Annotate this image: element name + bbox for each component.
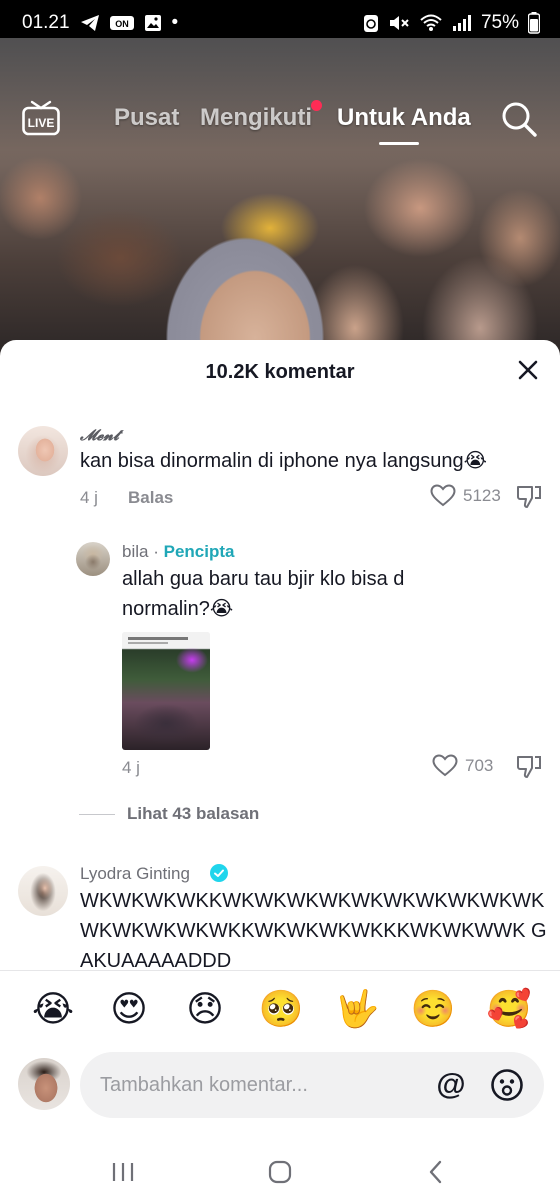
emoji-pleading[interactable]: 🥺 — [258, 986, 304, 1032]
comment-input[interactable] — [100, 1052, 420, 1118]
reply-button[interactable]: Balas — [128, 488, 173, 508]
comment-age: 4 j — [122, 758, 140, 777]
comment-text: allah gua baru tau bjir klo bisa d norma… — [122, 568, 405, 620]
avatar[interactable] — [18, 426, 68, 476]
comment-age: 4 j — [80, 488, 98, 507]
reply-username-line: bila · Pencipta — [122, 542, 234, 562]
tab-untuk-anda[interactable]: Untuk Anda — [337, 104, 471, 132]
battery-icon — [528, 12, 540, 34]
like-count: 5123 — [463, 486, 501, 505]
like-button[interactable]: 5123 — [430, 484, 501, 508]
wifi-icon — [419, 13, 443, 33]
svg-text:ON: ON — [115, 19, 129, 29]
reply-username[interactable]: bila — [122, 542, 148, 561]
status-time: 01.21 — [22, 12, 70, 33]
emoji-love-you-gesture[interactable]: 🤟 — [334, 986, 380, 1032]
creator-badge: Pencipta — [163, 542, 235, 561]
comment-text: WKWKWKWKKWKWKWKWKWKWKWKWKWKWKWKWKWKWKWKK… — [80, 890, 547, 972]
comment-username[interactable]: 𝓜𝓮𝓷𝓽 — [80, 426, 119, 444]
comment-input-container: @ — [80, 1052, 544, 1118]
notification-dot: • — [171, 12, 179, 33]
recycle-icon — [363, 13, 379, 33]
telegram-icon — [80, 14, 100, 32]
tab-pusat[interactable]: Pusat — [114, 104, 179, 132]
video-shade — [0, 38, 560, 358]
video-player[interactable]: LIVE Pusat Mengikuti Untuk Anda — [0, 38, 560, 358]
tab-mengikuti[interactable]: Mengikuti — [200, 104, 312, 132]
back-icon[interactable] — [416, 1152, 456, 1192]
comment-text: kan bisa dinormalin di iphone nya langsu… — [80, 450, 487, 472]
like-count: 703 — [465, 756, 494, 775]
close-icon[interactable] — [514, 356, 542, 384]
verified-icon — [210, 864, 228, 882]
new-content-dot — [311, 100, 322, 111]
emoji-heart-eyes[interactable]: 😍 — [106, 986, 152, 1032]
avatar[interactable] — [76, 542, 110, 576]
username-separator: · — [153, 542, 159, 561]
comments-header: 10.2K komentar — [0, 340, 560, 404]
gallery-icon — [144, 14, 162, 32]
active-tab-indicator — [379, 142, 419, 145]
search-icon[interactable] — [500, 100, 538, 138]
emoji-smiling-hearts[interactable]: 🥰 — [486, 986, 532, 1032]
heart-icon — [432, 754, 458, 777]
dislike-icon[interactable] — [516, 484, 542, 510]
view-replies-label: Lihat 43 balasan — [127, 804, 260, 823]
top-nav: LIVE Pusat Mengikuti Untuk Anda — [0, 98, 560, 145]
my-avatar[interactable] — [18, 1058, 70, 1110]
avatar[interactable] — [18, 866, 68, 916]
comments-sheet: 10.2K komentar 𝓜𝓮𝓷𝓽 kan bisa dinormalin … — [0, 340, 560, 1200]
divider-line — [79, 813, 115, 815]
mention-button[interactable]: @ — [434, 1068, 468, 1102]
heart-icon — [430, 484, 456, 507]
recent-apps-icon[interactable] — [103, 1152, 143, 1192]
emoji-picker-icon[interactable] — [490, 1068, 524, 1102]
mute-icon — [388, 13, 410, 33]
signal-icon — [452, 14, 472, 32]
dislike-icon[interactable] — [516, 754, 542, 780]
view-replies-button[interactable]: Lihat 43 balasan — [79, 804, 259, 824]
comment-username[interactable]: Lyodra Ginting — [80, 864, 190, 884]
battery-percent: 75% — [480, 12, 519, 33]
attached-video-thumbnail[interactable] — [122, 632, 210, 750]
divider — [0, 970, 560, 971]
like-button[interactable]: 703 — [432, 754, 493, 778]
thumbnail-caption — [122, 632, 210, 648]
android-navigation-bar — [0, 1140, 560, 1200]
emoji-loudly-crying[interactable]: 😭 — [30, 986, 76, 1032]
emoji-disappointed[interactable]: 😞 — [182, 986, 228, 1032]
on-icon: ON — [109, 15, 134, 31]
emoji-smiling[interactable]: ☺️ — [410, 986, 456, 1032]
home-icon[interactable] — [260, 1152, 300, 1192]
emoji-quick-bar: 😭 😍 😞 🥺 🤟 ☺️ 🥰 — [0, 980, 560, 1044]
comments-count-title: 10.2K komentar — [205, 361, 355, 383]
